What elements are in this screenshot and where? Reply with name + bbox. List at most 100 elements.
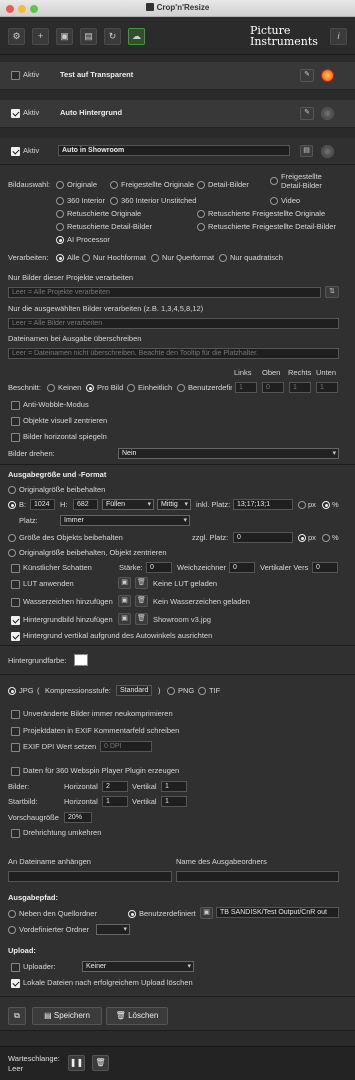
radio-jpg[interactable] xyxy=(8,687,16,695)
radio-crop-benutzerdefiniert[interactable] xyxy=(177,384,185,392)
trash-icon[interactable]: 🗑 xyxy=(92,1055,109,1071)
radio-originale[interactable] xyxy=(56,181,64,189)
radio-original-size[interactable] xyxy=(8,486,16,494)
center-objects-checkbox[interactable] xyxy=(11,417,20,426)
folder-icon[interactable]: ▣ xyxy=(56,28,73,45)
crop-bottom-input[interactable]: 1 xyxy=(316,382,338,393)
projects-input[interactable]: Leer = Alle Projekte verarbeiten xyxy=(8,287,321,298)
radio-freigestellte-originale[interactable] xyxy=(110,181,118,189)
shadow-strength-input[interactable]: 0 xyxy=(146,562,172,573)
radio-custom-path[interactable] xyxy=(128,910,136,918)
info-button[interactable]: i xyxy=(330,28,347,45)
radio-object-size[interactable] xyxy=(8,534,16,542)
panel2-active-checkbox[interactable] xyxy=(11,109,20,118)
refresh-icon[interactable]: ↻ xyxy=(104,28,121,45)
background-image-checkbox[interactable] xyxy=(11,616,20,625)
custom-path-input[interactable]: TB SANDISK/Test Output/CnR out xyxy=(216,907,339,918)
radio-crop-einheitlich[interactable] xyxy=(127,384,135,392)
radio-video[interactable] xyxy=(270,197,278,205)
width-input[interactable]: 1024 xyxy=(30,499,55,510)
radio-quadratisch[interactable] xyxy=(219,254,227,262)
uploader-select[interactable]: Keiner xyxy=(82,961,194,972)
panel3-title-input[interactable]: Auto in Showroom xyxy=(58,145,290,156)
radio-alle[interactable] xyxy=(56,254,64,262)
pick-icon[interactable]: ⇅ xyxy=(325,286,339,298)
save-button[interactable]: ▤ Speichern xyxy=(32,1007,102,1025)
folder-icon[interactable]: ▣ xyxy=(118,613,131,625)
radio-360-unstitched[interactable] xyxy=(110,197,118,205)
webspin-checkbox[interactable] xyxy=(11,767,20,776)
fill-mode-select[interactable]: Füllen xyxy=(102,499,154,510)
radio-hochformat[interactable] xyxy=(82,254,90,262)
webspin-start-v-input[interactable]: 1 xyxy=(161,796,187,807)
brush-icon[interactable]: ✎ xyxy=(300,107,314,120)
radio-querformat[interactable] xyxy=(151,254,159,262)
exif-comment-checkbox[interactable] xyxy=(11,727,20,736)
radio-unit-pct[interactable] xyxy=(322,501,330,509)
output-folder-input[interactable] xyxy=(176,871,339,882)
panel3-active-checkbox[interactable] xyxy=(11,147,20,156)
crop-left-input[interactable]: 1 xyxy=(235,382,257,393)
radio-retuschierte-originale[interactable] xyxy=(56,210,64,218)
plus-icon[interactable]: + xyxy=(32,28,49,45)
filenames-input[interactable]: Leer = Dateinamen nicht überschreiben. B… xyxy=(8,348,339,359)
recompress-checkbox[interactable] xyxy=(11,710,20,719)
status-inactive-icon[interactable] xyxy=(321,145,334,158)
duplicate-icon[interactable]: ⧉ xyxy=(8,1007,26,1025)
watermark-checkbox[interactable] xyxy=(11,598,20,607)
radio-crop-pro-bild[interactable] xyxy=(86,384,94,392)
webspin-bilder-h-input[interactable]: 2 xyxy=(102,781,128,792)
mirror-checkbox[interactable] xyxy=(11,433,20,442)
zzgl-platz-input[interactable]: 0 xyxy=(233,532,293,543)
folder-icon[interactable]: ▣ xyxy=(118,577,131,589)
webspin-start-h-input[interactable]: 1 xyxy=(102,796,128,807)
uploader-checkbox[interactable] xyxy=(11,963,20,972)
anti-wobble-checkbox[interactable] xyxy=(11,401,20,410)
panel1-active-checkbox[interactable] xyxy=(11,71,20,80)
trash-icon[interactable]: 🗑 xyxy=(135,577,148,589)
shadow-blur-input[interactable]: 0 xyxy=(229,562,255,573)
shadow-vertical-input[interactable]: 0 xyxy=(312,562,338,573)
delete-local-checkbox[interactable] xyxy=(11,979,20,988)
selected-images-input[interactable]: Leer = Alle Bilder verarbeiten xyxy=(8,318,339,329)
pause-icon[interactable]: ❚❚ xyxy=(68,1055,85,1071)
platz-select[interactable]: Immer xyxy=(60,515,190,526)
status-active-icon[interactable] xyxy=(321,69,334,82)
radio-orig-center[interactable] xyxy=(8,549,16,557)
dpi-input[interactable]: 0 DPI xyxy=(100,741,152,752)
shadow-checkbox[interactable] xyxy=(11,564,20,573)
radio-retuschierte-detail[interactable] xyxy=(56,223,64,231)
trash-icon[interactable]: 🗑 xyxy=(135,613,148,625)
lut-checkbox[interactable] xyxy=(11,580,20,589)
webspin-bilder-v-input[interactable]: 1 xyxy=(161,781,187,792)
crop-right-input[interactable]: 1 xyxy=(289,382,311,393)
delete-button[interactable]: 🗑 Löschen xyxy=(106,1007,168,1025)
status-inactive-icon[interactable] xyxy=(321,107,334,120)
inkl-platz-input[interactable]: 13;17;13;1 xyxy=(233,499,293,510)
save-icon[interactable]: ▤ xyxy=(300,145,313,157)
crop-top-input[interactable]: 0 xyxy=(262,382,284,393)
folder-icon[interactable]: ▣ xyxy=(200,907,213,919)
radio-tif[interactable] xyxy=(198,687,206,695)
brush-icon[interactable]: ✎ xyxy=(300,69,314,82)
radio-detail-bilder[interactable] xyxy=(197,181,205,189)
radio-retuschierte-freigestellte-originale[interactable] xyxy=(197,210,205,218)
save-icon[interactable]: ▤ xyxy=(80,28,97,45)
radio-ai-processor[interactable] xyxy=(56,236,64,244)
rotate-select[interactable]: Nein xyxy=(118,448,339,459)
webspin-preview-input[interactable]: 20% xyxy=(64,812,92,823)
radio-custom-size[interactable] xyxy=(8,501,16,509)
radio-next-to-source[interactable] xyxy=(8,910,16,918)
reverse-checkbox[interactable] xyxy=(11,829,20,838)
radio-360-interior[interactable] xyxy=(56,197,64,205)
radio-zzgl-pct[interactable] xyxy=(322,534,330,542)
radio-png[interactable] xyxy=(167,687,175,695)
radio-freigestellte-detail[interactable] xyxy=(270,177,278,185)
append-input[interactable] xyxy=(8,871,172,882)
folder-icon[interactable]: ▣ xyxy=(118,595,131,607)
radio-unit-px[interactable] xyxy=(298,501,306,509)
height-input[interactable]: 682 xyxy=(73,499,98,510)
bgcolor-swatch[interactable] xyxy=(74,654,88,666)
predefined-folder-select[interactable] xyxy=(96,924,130,935)
compression-select[interactable]: Standard xyxy=(116,685,152,696)
